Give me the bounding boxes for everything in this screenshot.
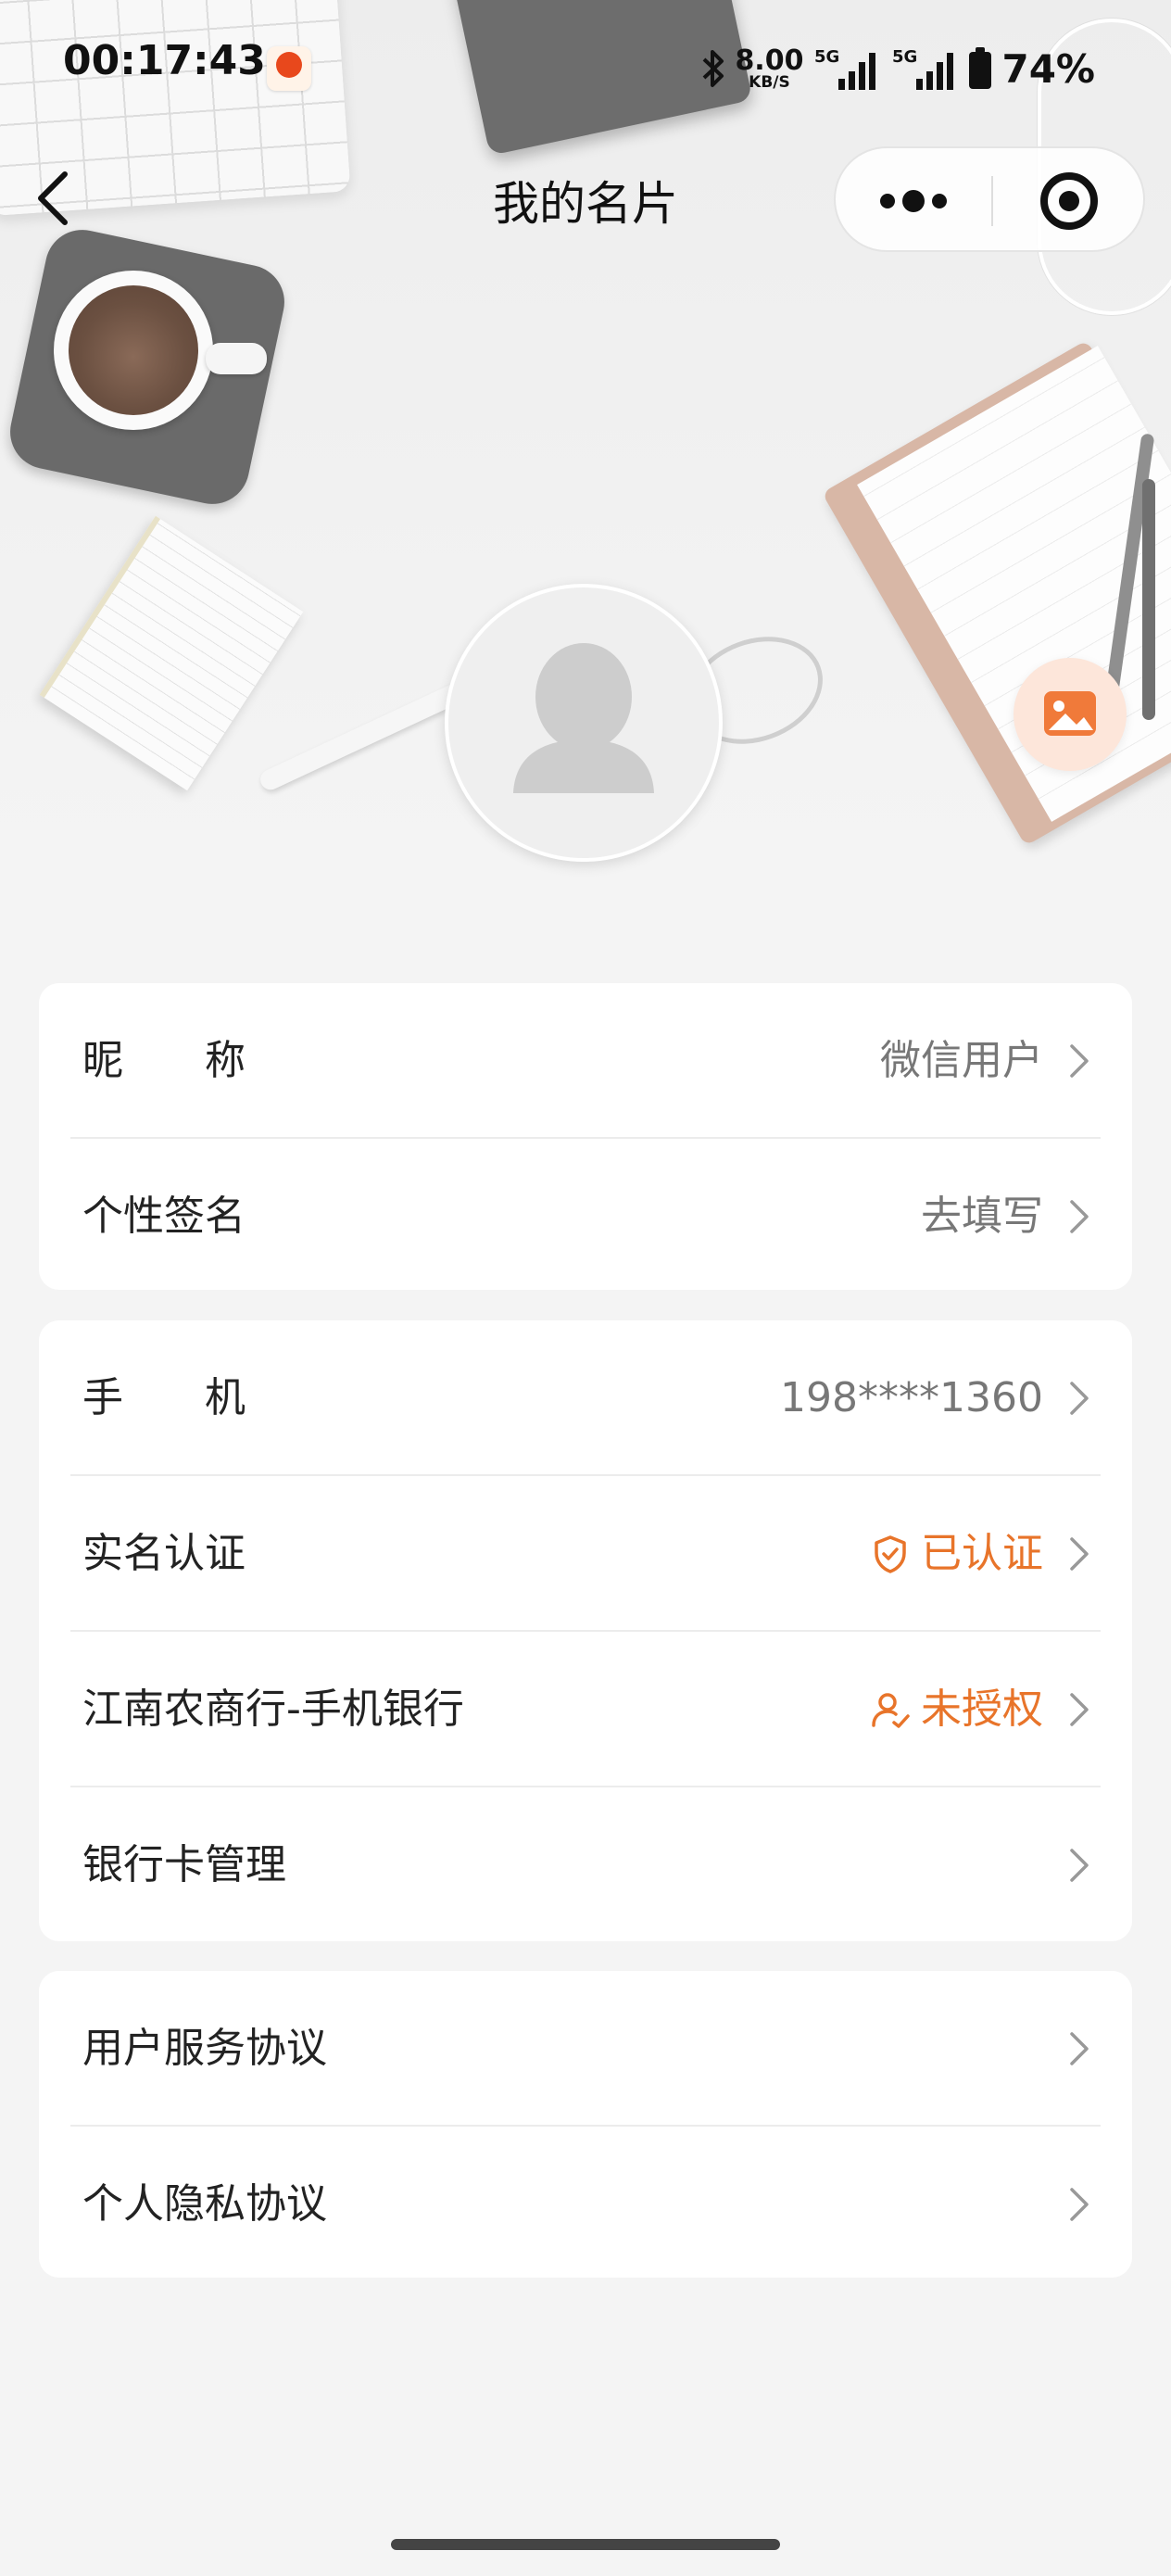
- battery-icon: [969, 47, 992, 89]
- mobile-bank-status-text: 未授权: [921, 1686, 1043, 1733]
- real-name-status: 已认证: [869, 1476, 1043, 1632]
- status-bar: 00:17:43 8.00 KB/S 5G 5G 74%: [0, 37, 1171, 102]
- shield-check-icon: [875, 1535, 906, 1573]
- mobile-bank-label: 江南农商行-手机银行: [82, 1686, 464, 1733]
- network-type-label: 5G: [892, 47, 917, 67]
- home-indicator[interactable]: [391, 2539, 780, 2550]
- mobile-bank-status: 未授权: [869, 1632, 1043, 1787]
- app-notification-icon: [267, 46, 311, 91]
- nickname-value: 微信用户: [880, 983, 1043, 1139]
- more-dots-icon: [880, 190, 947, 212]
- real-name-status-text: 已认证: [921, 1530, 1043, 1577]
- profile-info-card: 昵 称 微信用户 个性签名 去填写: [39, 983, 1132, 1290]
- tea-decoration: [69, 285, 198, 415]
- network-speed-value: 8.00: [735, 44, 804, 77]
- signature-label: 个性签名: [82, 1193, 246, 1240]
- close-mini-program-button[interactable]: [993, 148, 1147, 254]
- user-agreement-row[interactable]: 用户服务协议: [39, 1971, 1132, 2127]
- network-speed: 8.00 KB/S: [735, 44, 804, 92]
- pencil-decoration: [1142, 479, 1155, 720]
- target-icon: [1040, 172, 1098, 230]
- cup-handle-decoration: [206, 343, 267, 374]
- chevron-right-icon: [1070, 2188, 1089, 2221]
- mini-program-capsule: [834, 146, 1145, 252]
- bank-card-label: 银行卡管理: [82, 1841, 286, 1888]
- phone-label: 手 机: [82, 1374, 246, 1421]
- signature-value: 去填写: [921, 1139, 1043, 1290]
- network-type-label: 5G: [814, 47, 839, 67]
- account-card: 手 机 198****1360 实名认证 已认证 江南农商行-手机银行 未授权: [39, 1320, 1132, 1941]
- default-avatar-icon: [513, 643, 654, 793]
- privacy-agreement-row[interactable]: 个人隐私协议: [39, 2127, 1132, 2278]
- bluetooth-icon: [703, 50, 724, 87]
- battery-percent: 74%: [1001, 45, 1095, 92]
- chevron-right-icon: [1070, 1382, 1089, 1415]
- user-agreement-label: 用户服务协议: [82, 2025, 327, 2072]
- signal-5g-icon: 5G: [814, 47, 876, 90]
- chevron-right-icon: [1070, 1849, 1089, 1882]
- network-speed-unit: KB/S: [749, 72, 790, 92]
- change-background-button[interactable]: [1014, 658, 1127, 771]
- chevron-right-icon: [1070, 2032, 1089, 2065]
- agreements-card: 用户服务协议 个人隐私协议: [39, 1971, 1132, 2278]
- signature-row[interactable]: 个性签名 去填写: [39, 1139, 1132, 1290]
- phone-value-text: 198****1360: [780, 1374, 1043, 1421]
- phone-value: 198****1360: [780, 1320, 1043, 1476]
- status-time: 00:17:43: [63, 37, 266, 84]
- status-icons: 8.00 KB/S 5G 5G 74%: [701, 41, 1095, 96]
- chevron-right-icon: [1070, 1693, 1089, 1726]
- real-name-label: 实名认证: [82, 1530, 246, 1577]
- mobile-bank-row[interactable]: 江南农商行-手机银行 未授权: [39, 1632, 1132, 1787]
- chevron-right-icon: [1070, 1537, 1089, 1571]
- image-icon: [1044, 691, 1096, 736]
- phone-row[interactable]: 手 机 198****1360: [39, 1320, 1132, 1476]
- bank-card-row[interactable]: 银行卡管理: [39, 1787, 1132, 1941]
- notepad-decoration: [39, 515, 304, 791]
- signal-5g-icon: 5G: [892, 47, 954, 90]
- avatar[interactable]: [445, 584, 723, 862]
- user-check-icon: [872, 1693, 910, 1728]
- signature-value-text: 去填写: [921, 1193, 1043, 1240]
- more-button[interactable]: [836, 148, 991, 254]
- chevron-right-icon: [1070, 1044, 1089, 1078]
- chevron-right-icon: [1070, 1200, 1089, 1233]
- real-name-row[interactable]: 实名认证 已认证: [39, 1476, 1132, 1632]
- nickname-row[interactable]: 昵 称 微信用户: [39, 983, 1132, 1139]
- nickname-label: 昵 称: [82, 1037, 246, 1084]
- privacy-agreement-label: 个人隐私协议: [82, 2180, 327, 2228]
- nickname-value-text: 微信用户: [880, 1037, 1043, 1084]
